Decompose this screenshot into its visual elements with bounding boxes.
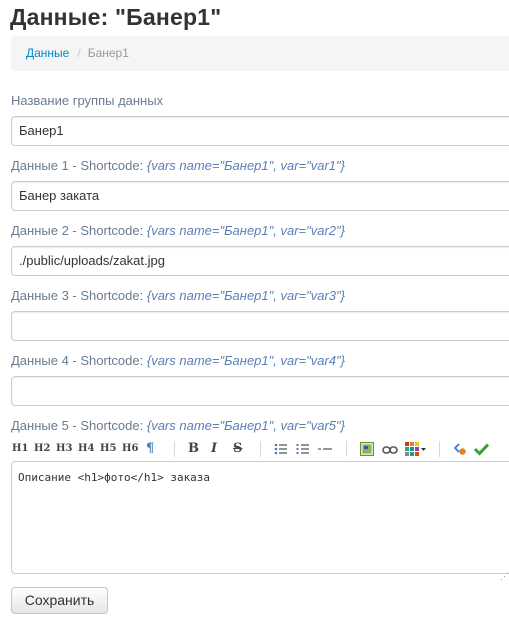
data2-shortcode: {vars name="Банер1", var="var2"} (146, 223, 345, 238)
heading1-button[interactable]: H1 (12, 439, 28, 459)
data1-input[interactable]: Банер заката (11, 181, 509, 211)
data4-shortcode: {vars name="Банер1", var="var4"} (146, 353, 345, 368)
image-icon[interactable] (360, 442, 374, 461)
check-icon[interactable] (473, 442, 490, 461)
outdent-icon[interactable] (317, 442, 333, 461)
link-icon[interactable] (382, 443, 398, 461)
group-name-input[interactable]: Банер1 (11, 116, 509, 146)
resize-grip-icon[interactable]: ⋰ (500, 571, 509, 582)
bold-button[interactable]: B (188, 439, 199, 459)
unordered-list-icon[interactable] (274, 442, 288, 461)
data5-label-text: Данные 5 - Shortcode: (11, 418, 147, 433)
data1-shortcode: {vars name="Банер1", var="var1"} (146, 158, 345, 173)
data5-editor[interactable]: Описание <h1>фото</h1> заказа (11, 461, 509, 574)
data2-label-text: Данные 2 - Shortcode: (11, 223, 147, 238)
toolbar-divider (439, 441, 440, 457)
data3-input[interactable] (11, 311, 509, 341)
ordered-list-icon[interactable] (296, 442, 310, 461)
toolbar-divider (346, 441, 347, 457)
strikethrough-button[interactable]: S (233, 439, 242, 459)
save-button[interactable]: Сохранить (11, 587, 108, 614)
data4-label-text: Данные 4 - Shortcode: (11, 353, 147, 368)
data4-label: Данные 4 - Shortcode: {vars name="Банер1… (11, 353, 345, 368)
data5-shortcode: {vars name="Банер1", var="var5"} (146, 418, 345, 433)
italic-button[interactable]: I (211, 439, 217, 459)
data1-label-text: Данные 1 - Shortcode: (11, 158, 147, 173)
data2-input[interactable]: ./public/uploads/zakat.jpg (11, 246, 509, 276)
toolbar-divider (260, 441, 261, 457)
breadcrumb-current: Банер1 (87, 46, 129, 60)
source-code-icon[interactable] (453, 442, 467, 461)
data3-shortcode: {vars name="Банер1", var="var3"} (146, 288, 345, 303)
data3-label: Данные 3 - Shortcode: {vars name="Банер1… (11, 288, 345, 303)
data2-label: Данные 2 - Shortcode: {vars name="Банер1… (11, 223, 345, 238)
data3-label-text: Данные 3 - Shortcode: (11, 288, 147, 303)
table-icon[interactable] (405, 442, 427, 461)
data4-input[interactable] (11, 376, 509, 406)
breadcrumb-link-data[interactable]: Данные (26, 46, 69, 60)
heading3-button[interactable]: H3 (56, 439, 72, 459)
breadcrumb-separator: / (77, 46, 81, 60)
breadcrumb: Данные / Банер1 (11, 36, 509, 71)
heading6-button[interactable]: H6 (122, 439, 138, 459)
group-name-label: Название группы данных (11, 93, 164, 108)
toolbar-divider (174, 441, 175, 457)
data5-label: Данные 5 - Shortcode: {vars name="Банер1… (11, 418, 345, 433)
data1-label: Данные 1 - Shortcode: {vars name="Банер1… (11, 158, 345, 173)
heading4-button[interactable]: H4 (78, 439, 94, 459)
heading5-button[interactable]: H5 (100, 439, 116, 459)
editor-toolbar: H1 H2 H3 H4 H5 H6 ¶ B I S (11, 439, 509, 459)
page-title: Данные: "Банер1" (10, 4, 222, 30)
heading2-button[interactable]: H2 (34, 439, 50, 459)
paragraph-button[interactable]: ¶ (146, 439, 154, 459)
